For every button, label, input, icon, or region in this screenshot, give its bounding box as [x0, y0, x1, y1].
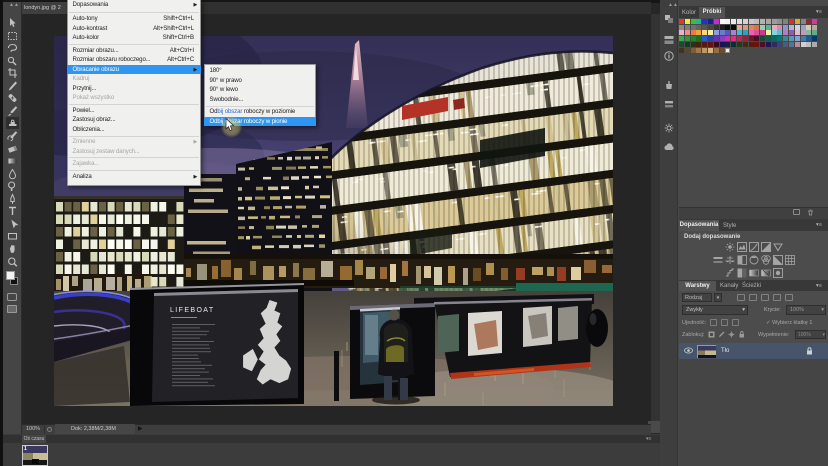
svg-text:LIFEBOAT: LIFEBOAT [170, 307, 215, 314]
